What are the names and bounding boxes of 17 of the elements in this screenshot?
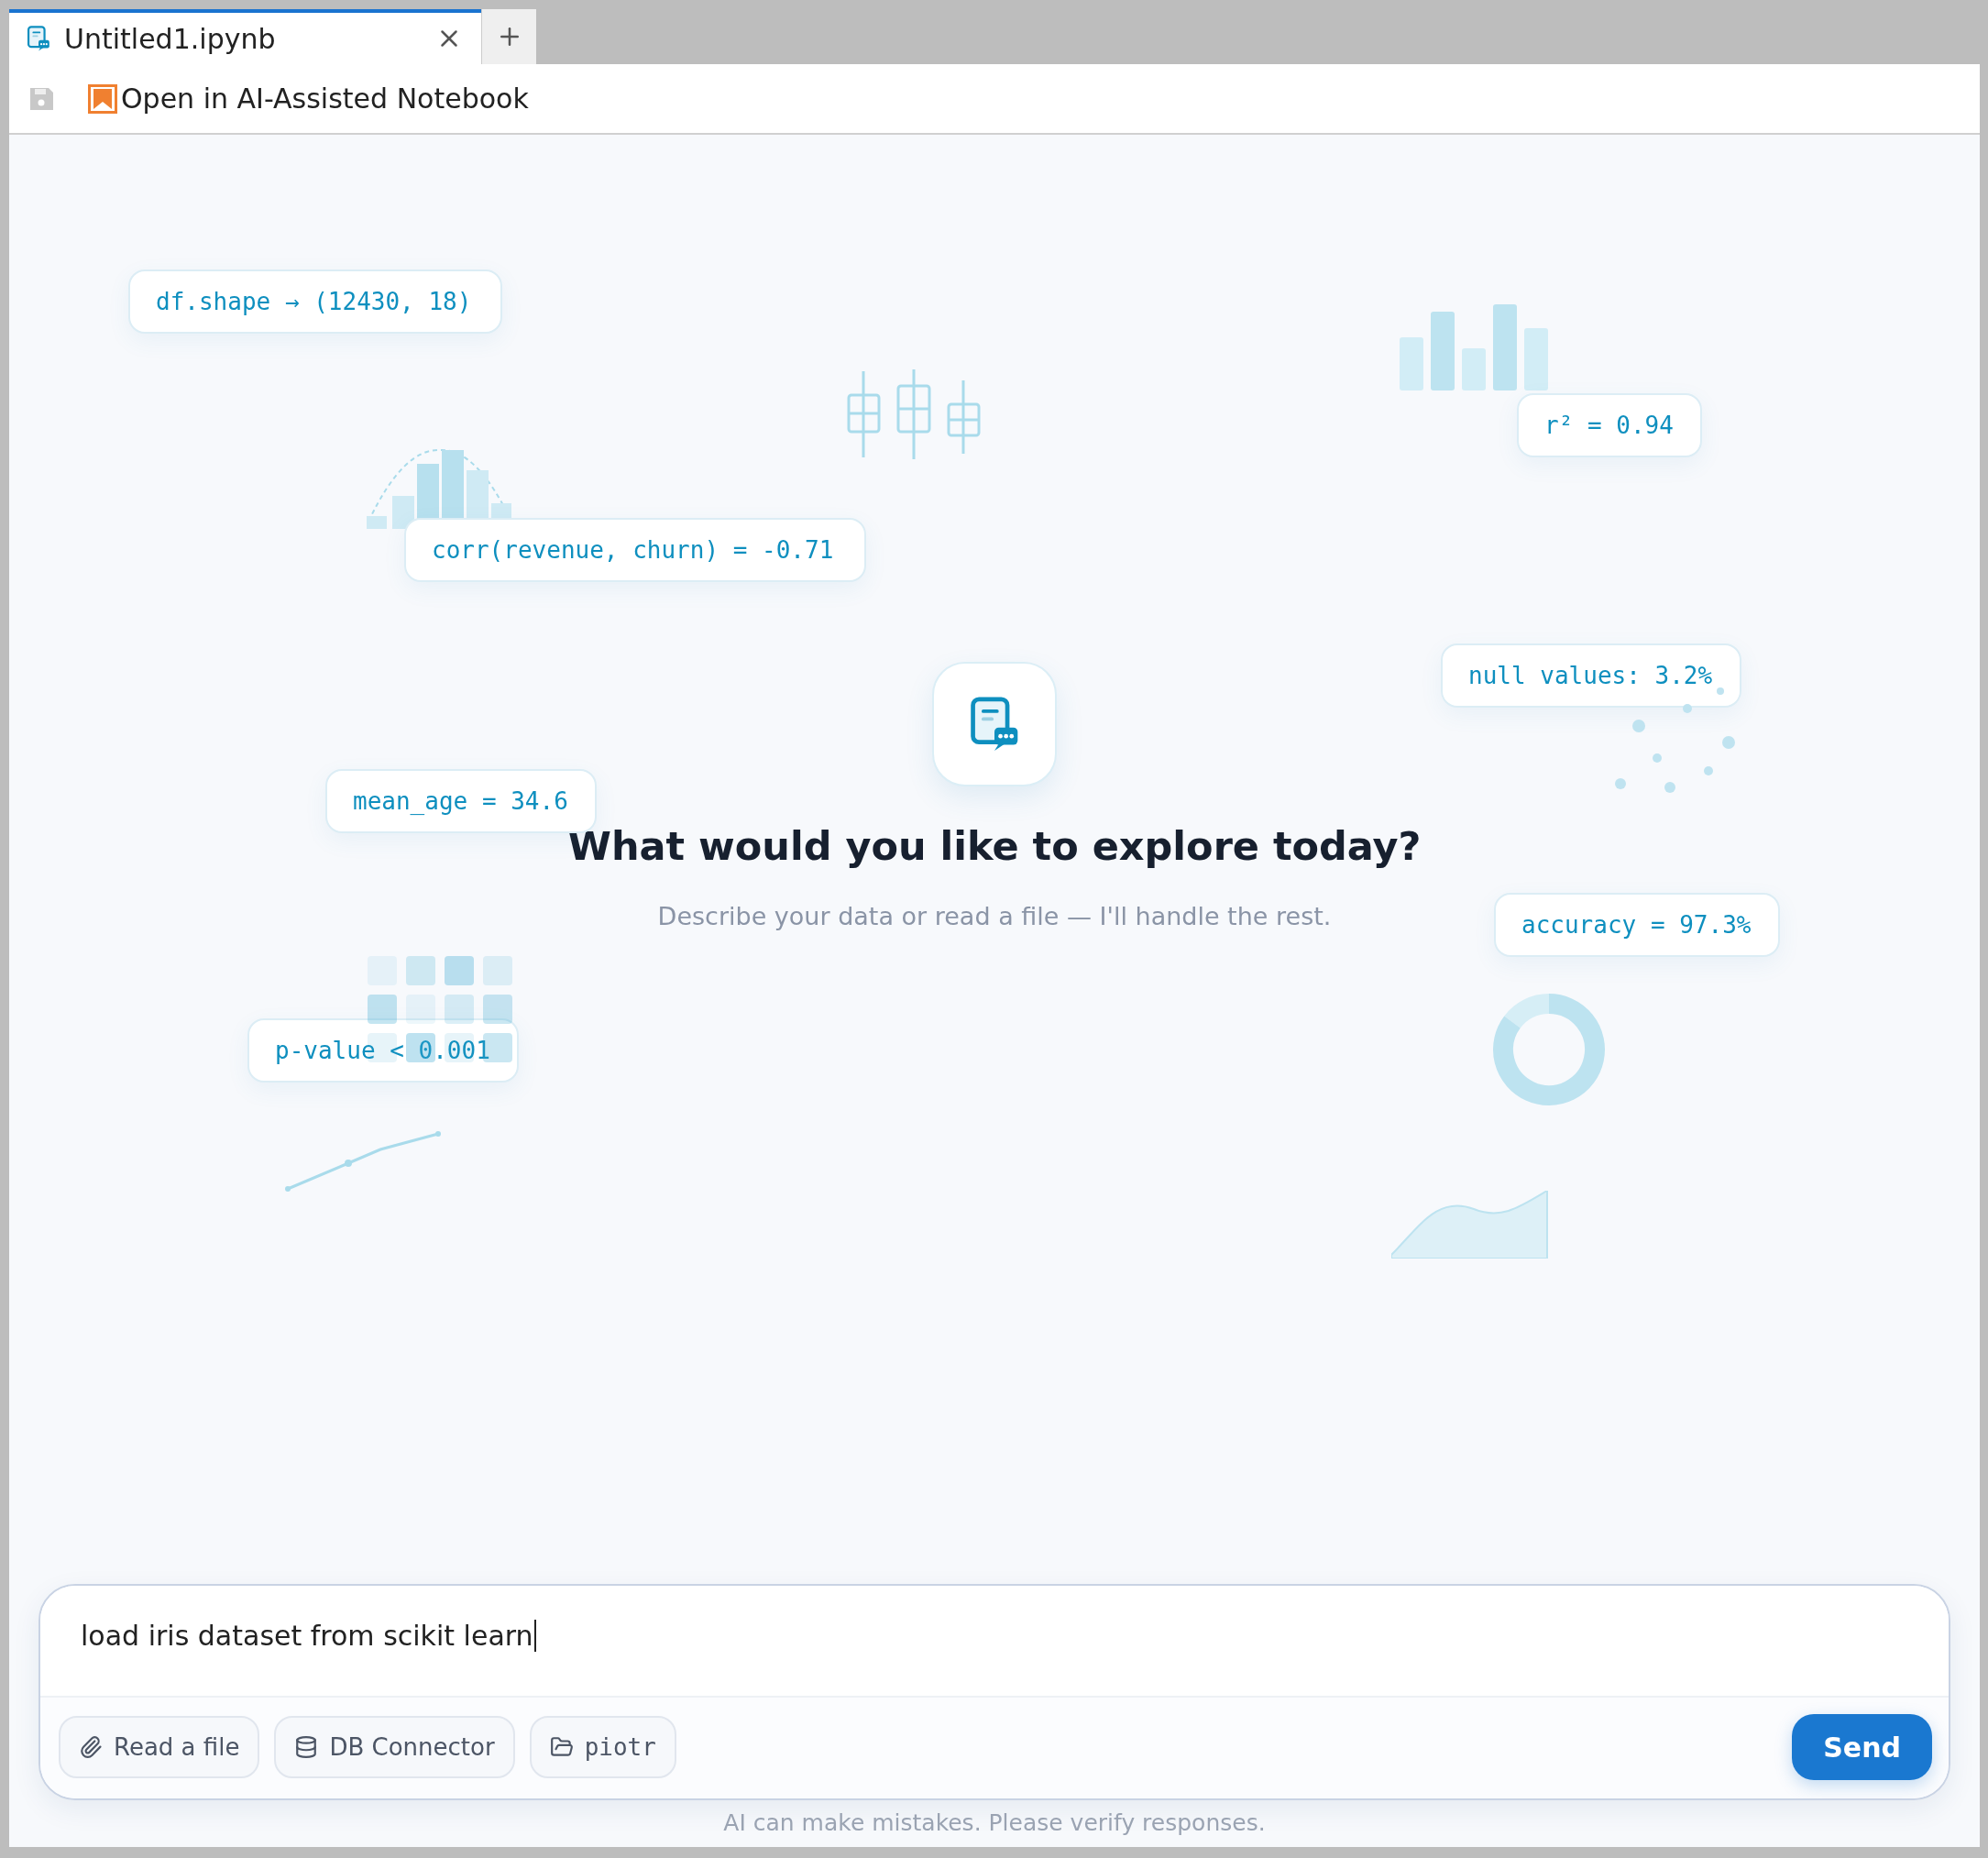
tool-button[interactable]: Read a file [59, 1716, 260, 1778]
stat-chip: df.shape → (12430, 18) [128, 269, 502, 334]
stat-chip: null values: 3.2% [1441, 643, 1741, 708]
notebook-tab[interactable]: Untitled1.ipynb [9, 9, 481, 64]
tool-button[interactable]: DB Connector [274, 1716, 515, 1778]
input-field[interactable]: load iris dataset from scikit learn [40, 1586, 1949, 1696]
stat-chip: p-value < 0.001 [247, 1018, 519, 1083]
stat-chip: corr(revenue, churn) = -0.71 [404, 518, 866, 582]
tool-button[interactable]: piotr [529, 1716, 676, 1778]
send-button[interactable]: Send [1792, 1714, 1932, 1780]
tab-label: Untitled1.ipynb [64, 22, 277, 55]
stat-chip: r² = 0.94 [1517, 393, 1702, 457]
hero-subtitle: Describe your data or read a file — I'll handle the rest. [657, 902, 1332, 930]
stat-chip: accuracy = 97.3% [1494, 893, 1780, 957]
typed-text: load iris dataset from scikit learn [81, 1620, 536, 1652]
disclaimer-text: AI can make mistakes. Please verify responses. [722, 1809, 1267, 1838]
open-notebook-button[interactable]: Open in AI-Assisted Notebook [88, 82, 529, 115]
